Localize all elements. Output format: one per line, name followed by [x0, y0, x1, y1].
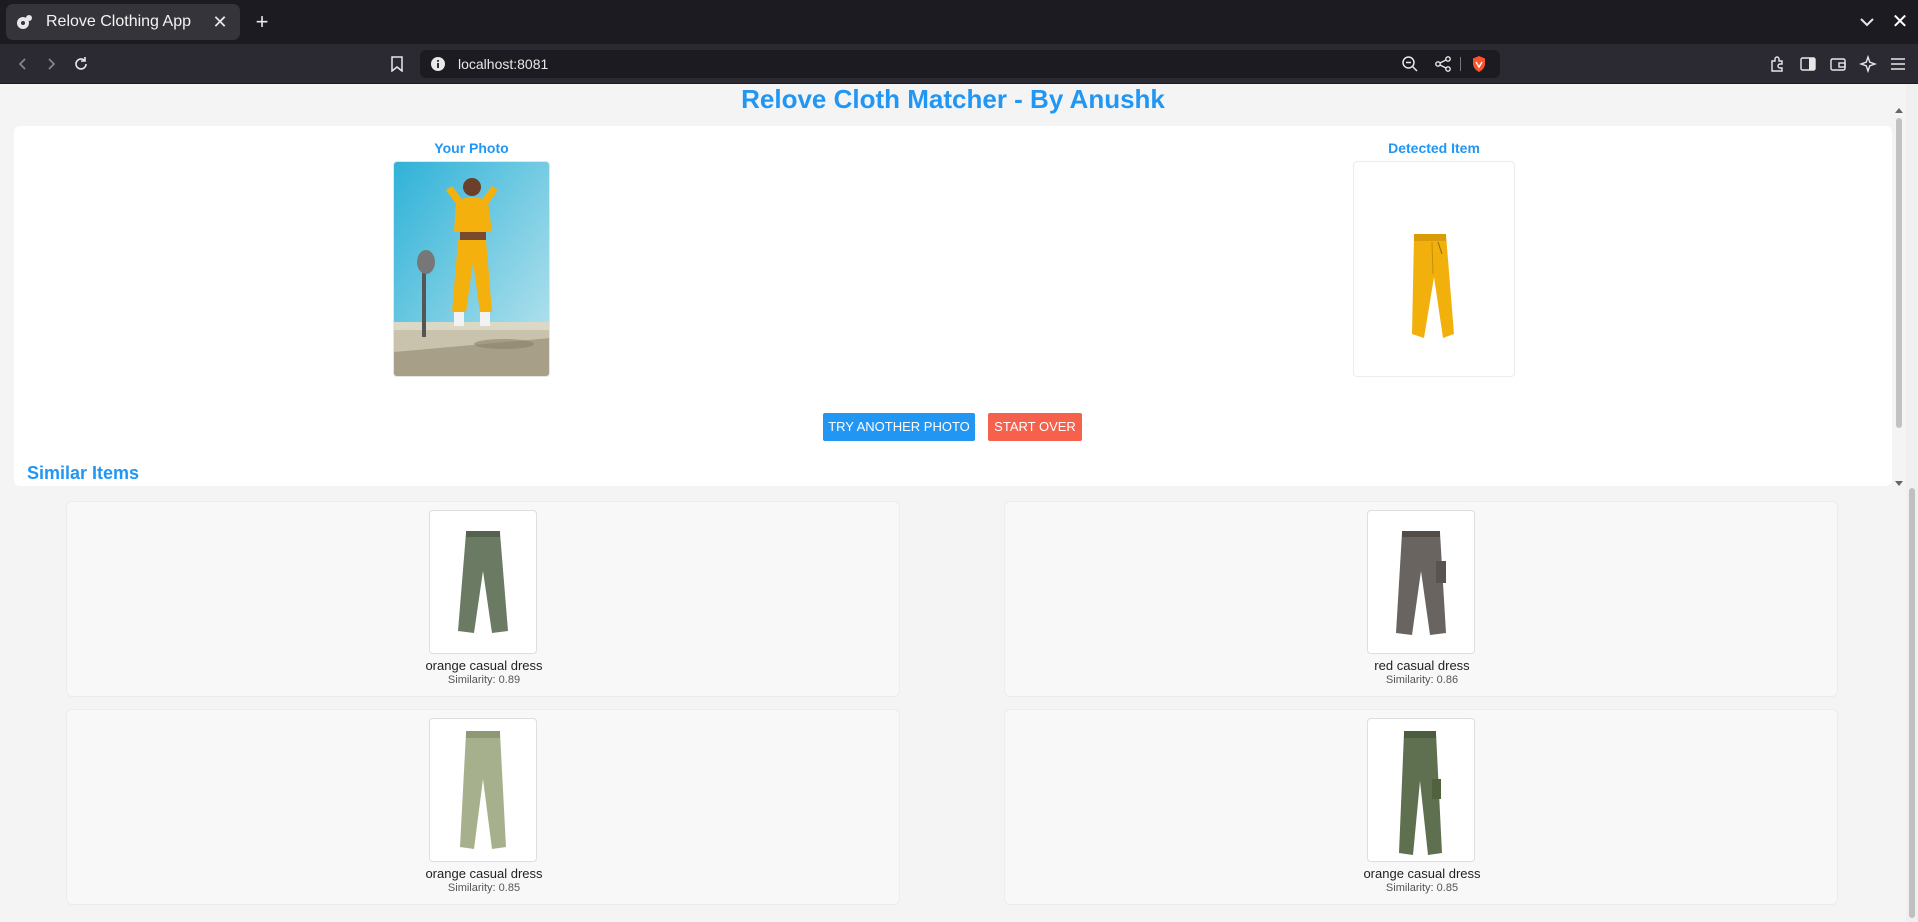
sidebar-icon[interactable] [1795, 51, 1821, 77]
forward-arrow-icon[interactable] [38, 51, 64, 77]
new-tab-plus-icon[interactable]: + [248, 8, 276, 36]
similar-item-card[interactable]: orange casual dress Similarity: 0.89 [66, 501, 900, 697]
similar-item-name: orange casual dress [425, 658, 543, 673]
browser-tab-bar: Relove Clothing App ✕ + ✕ [0, 0, 1918, 44]
reload-icon[interactable] [68, 51, 94, 77]
address-bar[interactable]: localhost:8081 [420, 50, 1500, 78]
scroll-up-arrow-icon[interactable] [1895, 108, 1903, 113]
similar-item-image [1367, 510, 1475, 654]
similar-item-card[interactable]: orange casual dress Similarity: 0.85 [1004, 709, 1838, 905]
similar-items-title: Similar Items [27, 463, 140, 483]
leo-ai-icon[interactable] [1855, 51, 1881, 77]
tab-list-chevron-icon[interactable] [1855, 10, 1879, 34]
browser-toolbar: localhost:8081 [0, 44, 1918, 84]
brave-shield-icon[interactable] [1470, 55, 1488, 73]
browser-tab[interactable]: Relove Clothing App ✕ [6, 4, 240, 40]
similar-item-image [429, 718, 537, 862]
similar-item-name: orange casual dress [1363, 866, 1481, 881]
similar-item-image [429, 510, 537, 654]
url-divider [1460, 57, 1461, 71]
detected-item-image [1353, 161, 1515, 377]
tab-close-icon[interactable]: ✕ [210, 12, 230, 33]
share-icon[interactable] [1434, 55, 1452, 73]
page-scroll-thumb[interactable] [1909, 488, 1915, 918]
scroll-down-arrow-icon[interactable] [1895, 481, 1903, 486]
try-another-photo-button[interactable]: TRY ANOTHER PHOTO [823, 413, 975, 441]
similar-item-image [1367, 718, 1475, 862]
similar-item-score: Similarity: 0.89 [447, 674, 521, 686]
similar-item-card[interactable]: orange casual dress Similarity: 0.85 [66, 709, 900, 905]
similar-item-card[interactable]: red casual dress Similarity: 0.86 [1004, 501, 1838, 697]
your-photo-label: Your Photo [434, 140, 509, 156]
panel-scrollbar[interactable] [1894, 108, 1904, 486]
similar-item-score: Similarity: 0.85 [447, 882, 521, 894]
detected-item-label: Detected Item [1388, 140, 1480, 156]
bookmark-icon[interactable] [384, 51, 410, 77]
similar-item-name: orange casual dress [425, 866, 543, 881]
similar-item-name: red casual dress [1374, 658, 1470, 673]
back-arrow-icon[interactable] [10, 51, 36, 77]
page-title: Relove Cloth Matcher - By Anushk [741, 84, 1165, 114]
app-favicon-icon [17, 15, 32, 29]
start-over-button[interactable]: START OVER [988, 413, 1082, 441]
site-info-icon[interactable] [430, 56, 446, 72]
user-photo [393, 161, 550, 377]
extensions-icon[interactable] [1765, 51, 1791, 77]
window-close-icon[interactable]: ✕ [1888, 8, 1912, 36]
tab-title: Relove Clothing App [46, 13, 191, 30]
menu-hamburger-icon[interactable] [1885, 51, 1911, 77]
wallet-icon[interactable] [1825, 51, 1851, 77]
page-scrollbar[interactable] [1906, 84, 1918, 922]
zoom-out-icon[interactable] [1401, 55, 1419, 73]
similar-item-score: Similarity: 0.86 [1385, 674, 1459, 686]
panel-scroll-thumb[interactable] [1896, 118, 1902, 428]
url-text: localhost:8081 [458, 56, 549, 72]
similar-item-score: Similarity: 0.85 [1385, 882, 1459, 894]
page-viewport: Relove Cloth Matcher - By Anushk Your Ph… [0, 84, 1918, 922]
